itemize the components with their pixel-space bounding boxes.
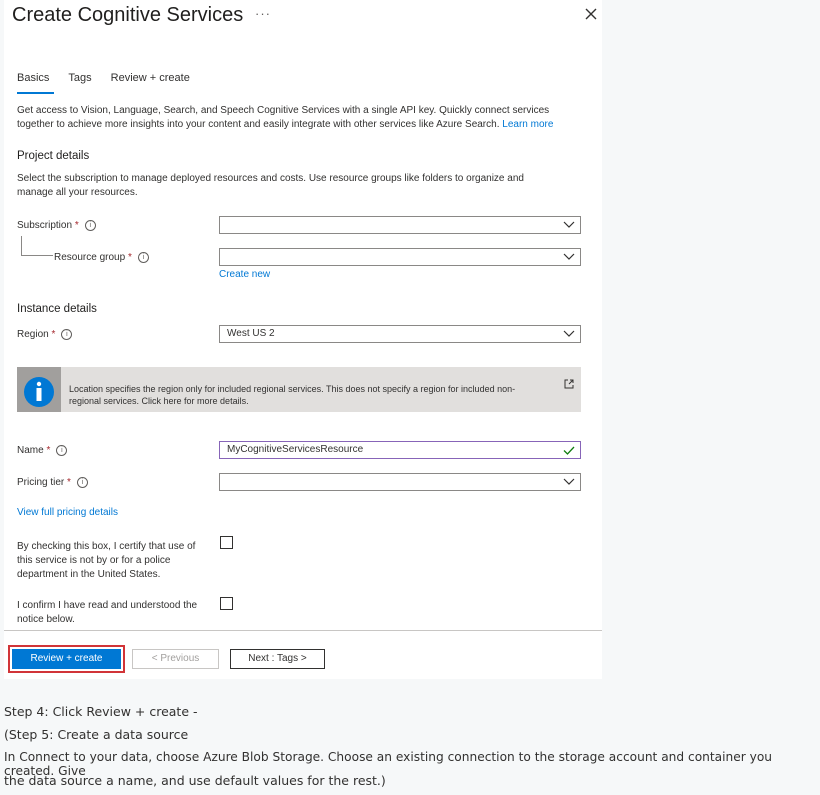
project-details-heading: Project details (17, 150, 90, 162)
certify-checkbox[interactable] (220, 536, 233, 549)
close-icon[interactable] (582, 5, 600, 23)
caption-step5: (Step 5: Create a data source (4, 727, 189, 742)
tab-basics[interactable]: Basics (17, 72, 55, 94)
chevron-down-icon (563, 221, 575, 228)
confirm-text: I confirm I have read and understood the… (17, 600, 198, 625)
resource-group-label: Resource group * i (54, 252, 149, 263)
info-icon[interactable]: i (61, 329, 73, 340)
info-banner-text: Location specifies the region only for i… (69, 384, 516, 406)
caption-step4: Step 4: Click Review + create - (4, 704, 198, 719)
checkmark-icon (563, 446, 575, 455)
info-icon[interactable]: i (56, 445, 68, 456)
info-icon[interactable]: i (137, 252, 149, 263)
confirm-checkbox[interactable] (220, 597, 233, 610)
certify-text: By checking this box, I certify that use… (17, 541, 196, 580)
info-banner[interactable]: Location specifies the region only for i… (17, 367, 581, 412)
chevron-down-icon (563, 330, 575, 337)
region-dropdown[interactable]: West US 2 (219, 325, 581, 343)
footer-bar: Review + create < Previous Next : Tags > (4, 630, 602, 679)
project-details-description: Select the subscription to manage deploy… (17, 173, 524, 198)
learn-more-link[interactable]: Learn more (502, 119, 553, 130)
info-banner-badge (17, 367, 61, 412)
chevron-down-icon (563, 478, 575, 485)
subscription-dropdown[interactable] (219, 216, 581, 234)
name-input[interactable]: MyCognitiveServicesResource (219, 441, 581, 459)
info-icon[interactable]: i (84, 220, 96, 231)
caption-line4: the data source a name, and use default … (4, 773, 386, 788)
subscription-label: Subscription * i (17, 220, 96, 231)
view-pricing-link[interactable]: View full pricing details (17, 506, 118, 520)
tab-bar: Basics Tags Review + create (17, 72, 209, 94)
info-circle-icon (24, 377, 54, 407)
create-cognitive-services-blade: Create Cognitive Services ··· Basics Tag… (4, 0, 602, 678)
info-icon[interactable]: i (76, 477, 88, 488)
tab-tags[interactable]: Tags (68, 72, 96, 94)
tab-review-create[interactable]: Review + create (111, 72, 195, 94)
pricing-tier-dropdown[interactable] (219, 473, 581, 491)
external-link-icon[interactable] (564, 379, 574, 389)
previous-button[interactable]: < Previous (132, 649, 219, 669)
resource-group-dropdown[interactable] (219, 248, 581, 266)
more-options-icon[interactable]: ··· (255, 6, 271, 21)
tree-connector (21, 236, 53, 256)
next-tags-button[interactable]: Next : Tags > (230, 649, 325, 669)
intro-text: Get access to Vision, Language, Search, … (17, 105, 554, 130)
review-create-button[interactable]: Review + create (12, 649, 121, 669)
instance-details-heading: Instance details (17, 303, 97, 315)
create-new-link[interactable]: Create new (219, 268, 270, 282)
pricing-tier-label: Pricing tier * i (17, 477, 88, 488)
region-label: Region * i (17, 329, 73, 340)
chevron-down-icon (563, 253, 575, 260)
page-title: Create Cognitive Services (12, 4, 244, 26)
name-label: Name * i (17, 445, 68, 456)
